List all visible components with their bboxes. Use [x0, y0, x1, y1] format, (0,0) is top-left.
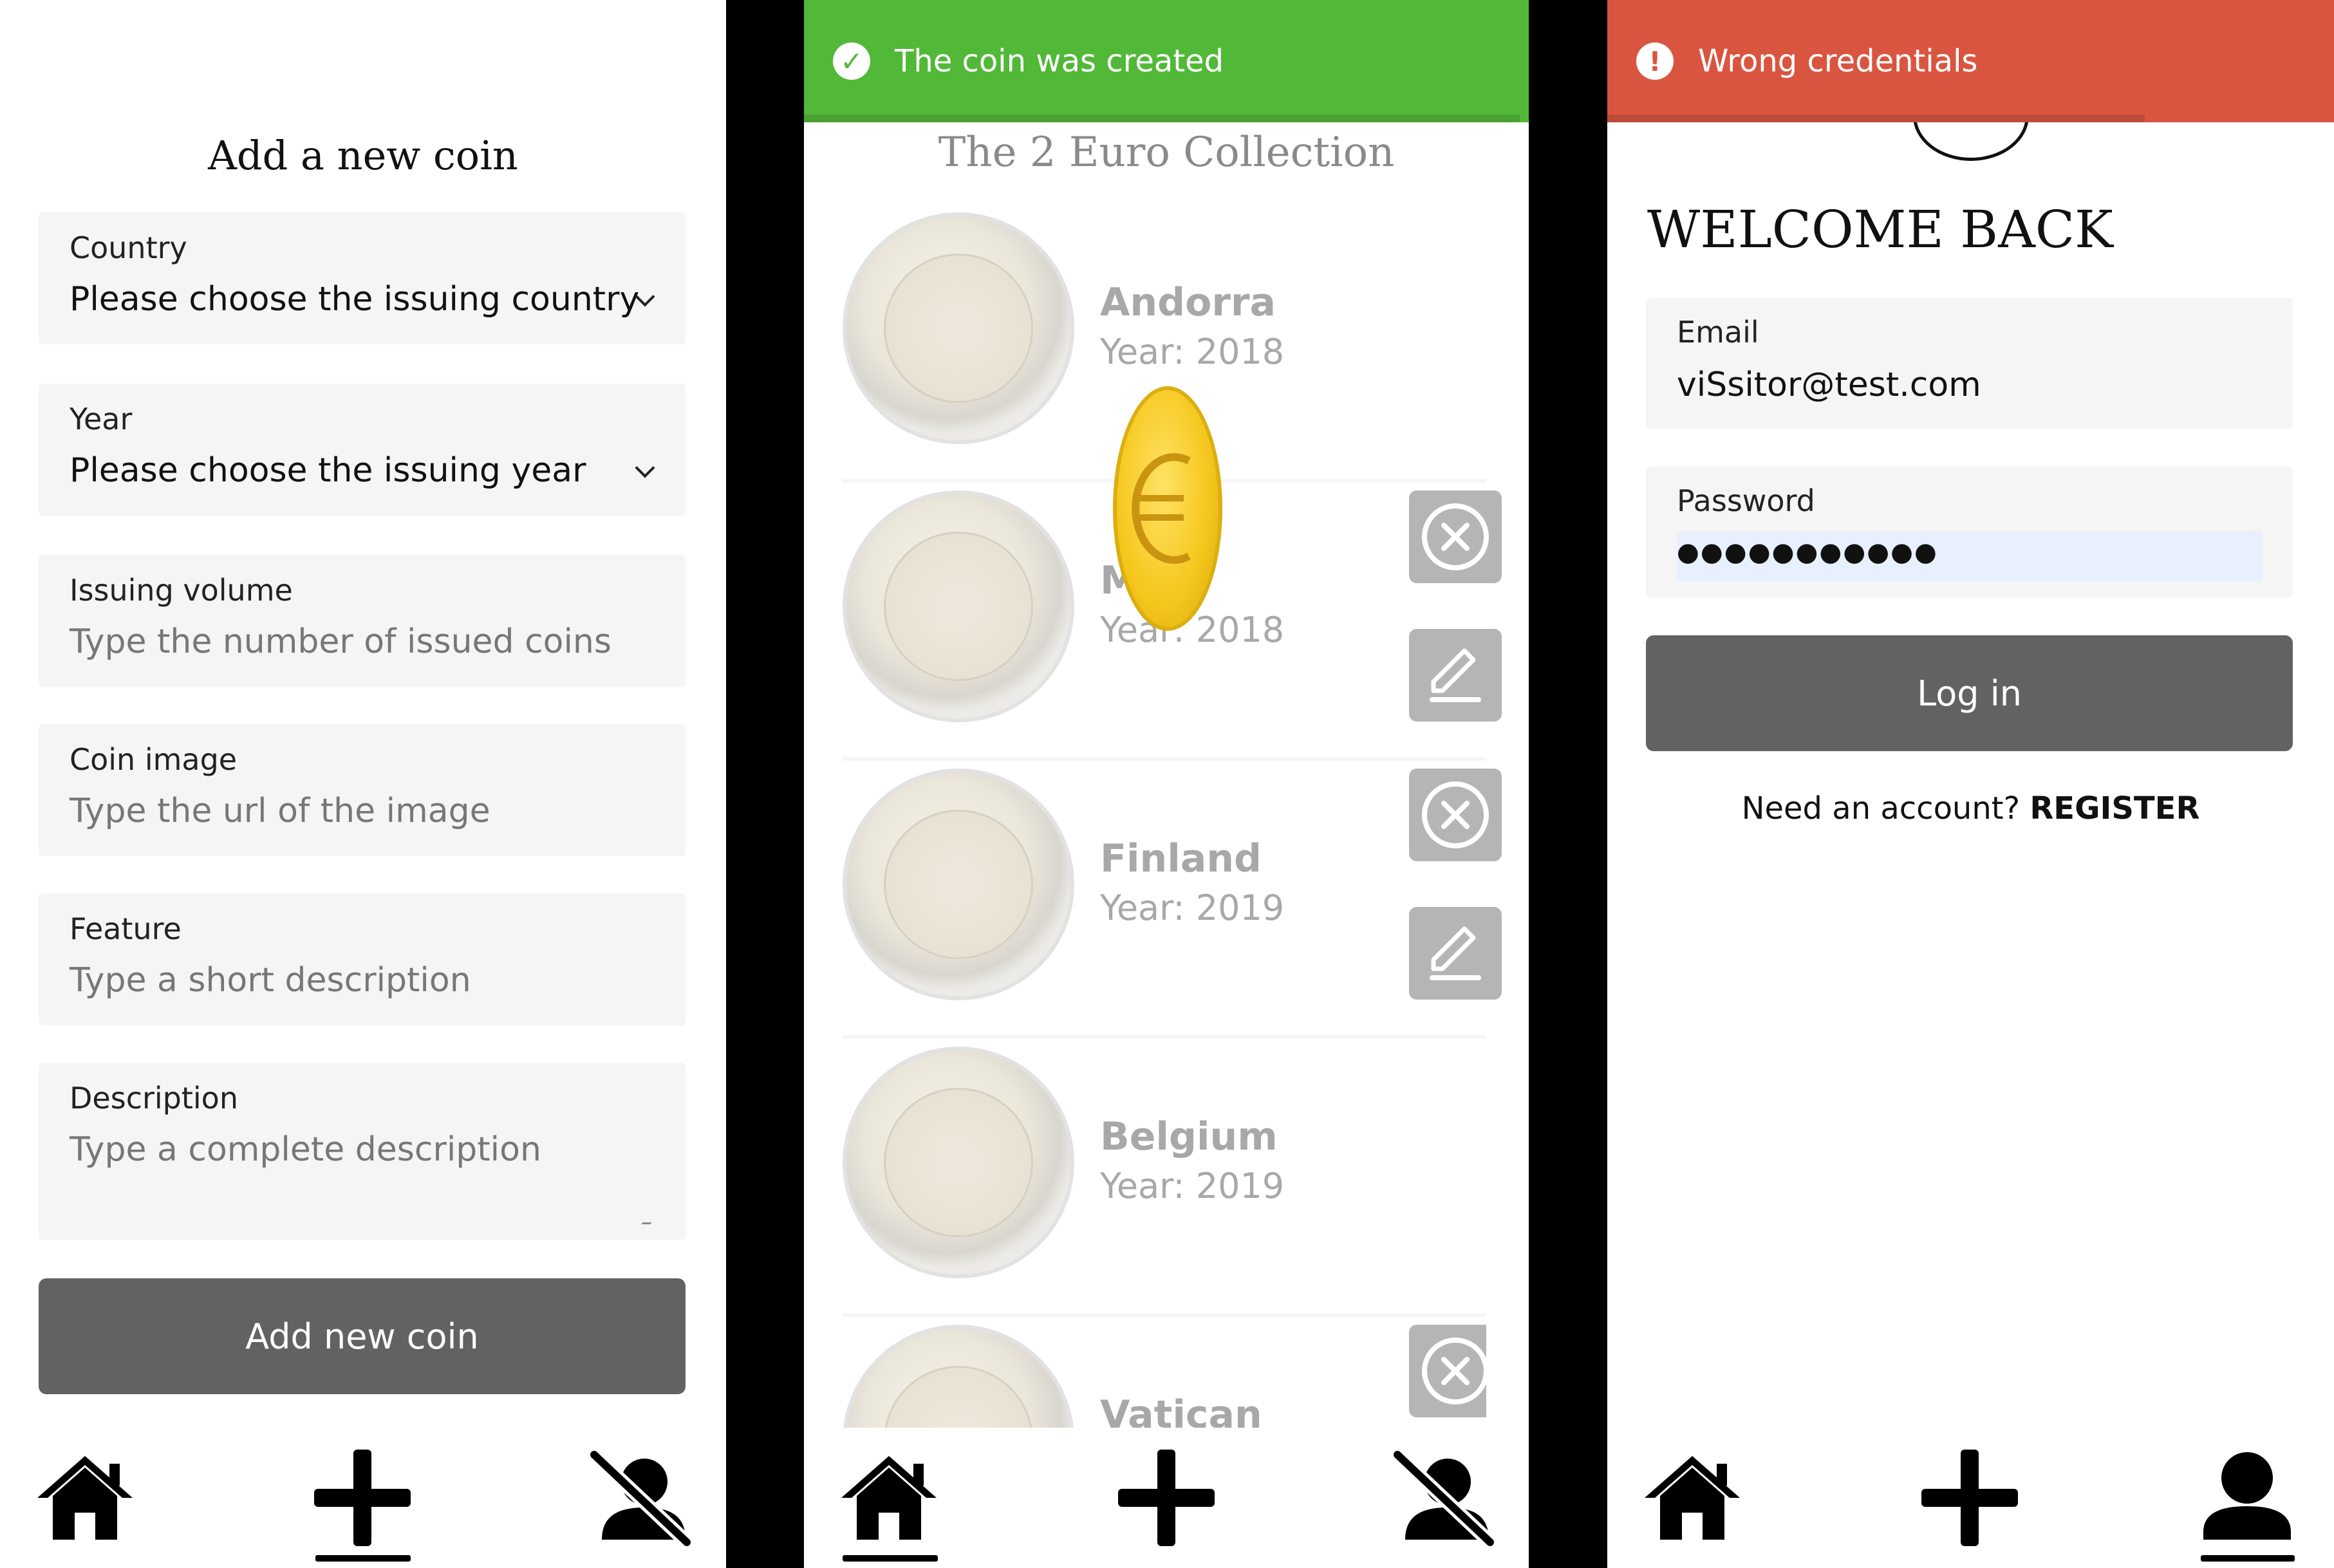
- delete-button[interactable]: [1409, 1325, 1486, 1417]
- toast-progress: [804, 115, 1520, 122]
- add-new-coin-button[interactable]: Add new coin: [39, 1278, 686, 1394]
- feature-placeholder: Type a short description: [70, 961, 471, 1000]
- coin-country: Finland: [1100, 836, 1262, 881]
- list-item[interactable]: Vatican: [843, 1325, 1486, 1428]
- coin-country: Vatican: [1100, 1392, 1262, 1428]
- country-label: Country: [70, 230, 187, 265]
- user-slash-icon[interactable]: [1392, 1450, 1495, 1546]
- email-field[interactable]: Email viSsitor@test.com: [1646, 298, 2293, 429]
- register-prompt: Need an account? REGISTER: [1607, 790, 2334, 826]
- password-label: Password: [1677, 483, 1815, 518]
- collection-title: The 2 Euro Collection: [938, 129, 1395, 176]
- user-icon[interactable]: [2196, 1450, 2299, 1546]
- coin-image: [843, 490, 1074, 722]
- plus-icon[interactable]: [1918, 1450, 2021, 1546]
- list-item[interactable]: Finland Year: 2019: [843, 769, 1502, 1039]
- success-toast[interactable]: ✓ The coin was created: [804, 0, 1529, 122]
- feature-field[interactable]: Feature Type a short description: [39, 893, 686, 1025]
- description-placeholder: Type a complete description: [70, 1130, 541, 1169]
- delete-button[interactable]: [1409, 490, 1502, 583]
- issuing-volume-placeholder: Type the number of issued coins: [70, 622, 612, 661]
- active-tab-indicator: [315, 1555, 411, 1562]
- edit-button[interactable]: [1409, 907, 1502, 1000]
- edit-button[interactable]: [1409, 629, 1502, 722]
- euro-icon: [1113, 386, 1222, 631]
- bottom-nav: [0, 1435, 726, 1568]
- coin-image: [843, 769, 1074, 1000]
- year-value: Please choose the issuing year: [70, 451, 586, 490]
- country-value: Please choose the issuing country: [70, 280, 640, 319]
- active-tab-indicator: [843, 1555, 938, 1562]
- page-title: WELCOME BACK: [1647, 200, 2113, 259]
- user-slash-icon[interactable]: [589, 1450, 692, 1546]
- toast-message: The coin was created: [895, 43, 1224, 79]
- description-field[interactable]: Description Type a complete description: [39, 1063, 686, 1240]
- error-toast[interactable]: ! Wrong credentials: [1607, 0, 2334, 122]
- coin-image-placeholder: Type the url of the image: [70, 792, 490, 830]
- coin-year: Year: 2018: [1100, 331, 1285, 372]
- description-label: Description: [70, 1081, 238, 1115]
- password-value: ●●●●●●●●●●●: [1677, 537, 1938, 567]
- close-circle-icon: [1422, 781, 1489, 848]
- pencil-icon: [1430, 648, 1481, 702]
- country-select[interactable]: Country Please choose the issuing countr…: [39, 212, 686, 344]
- feature-label: Feature: [70, 911, 182, 946]
- register-link[interactable]: REGISTER: [2030, 790, 2199, 826]
- plus-icon[interactable]: [1115, 1450, 1218, 1546]
- issuing-volume-label: Issuing volume: [70, 573, 293, 608]
- list-item[interactable]: Belgium Year: 2019: [843, 1047, 1486, 1317]
- check-circle-icon: ✓: [833, 42, 870, 80]
- active-tab-indicator: [2201, 1555, 2295, 1562]
- toast-progress: [1607, 115, 2145, 122]
- email-value: viSsitor@test.com: [1677, 366, 1981, 404]
- coin-country: Belgium: [1100, 1114, 1278, 1159]
- home-icon[interactable]: [1641, 1450, 1744, 1546]
- exclamation-circle-icon: !: [1636, 42, 1674, 80]
- login-screen: WELCOME BACK Email viSsitor@test.com Pas…: [1607, 0, 2334, 1568]
- issuing-volume-field[interactable]: Issuing volume Type the number of issued…: [39, 555, 686, 687]
- coin-image: [843, 1325, 1074, 1428]
- delete-button[interactable]: [1409, 769, 1502, 861]
- year-label: Year: [70, 402, 133, 436]
- close-circle-icon: [1422, 1338, 1486, 1405]
- coin-image: [843, 212, 1074, 444]
- coin-image-field[interactable]: Coin image Type the url of the image: [39, 724, 686, 856]
- year-select[interactable]: Year Please choose the issuing year: [39, 384, 686, 516]
- pencil-icon: [1430, 926, 1481, 980]
- coin-country: Andorra: [1100, 280, 1276, 325]
- home-icon[interactable]: [33, 1450, 136, 1546]
- chevron-down-icon: [635, 458, 655, 478]
- register-text: Need an account?: [1741, 790, 2021, 826]
- collection-screen: The 2 Euro Collection Andorra Year: 2018…: [804, 0, 1529, 1568]
- coin-year: Year: 2019: [1100, 1166, 1285, 1206]
- login-button[interactable]: Log in: [1646, 635, 2293, 751]
- password-field[interactable]: Password ●●●●●●●●●●●: [1646, 467, 2293, 597]
- close-circle-icon: [1422, 503, 1489, 570]
- toast-message: Wrong credentials: [1698, 43, 1978, 79]
- home-icon[interactable]: [837, 1450, 940, 1546]
- coin-year: Year: 2019: [1100, 888, 1285, 928]
- plus-icon[interactable]: [311, 1450, 414, 1546]
- coin-image-label: Coin image: [70, 742, 238, 777]
- bottom-nav: [804, 1435, 1529, 1568]
- page-title: Add a new coin: [208, 132, 518, 179]
- add-coin-screen: Add a new coin Country Please choose the…: [0, 0, 726, 1568]
- resize-handle[interactable]: [641, 1215, 659, 1224]
- bottom-nav: [1607, 1435, 2334, 1568]
- coin-image: [843, 1047, 1074, 1278]
- email-label: Email: [1677, 315, 1759, 350]
